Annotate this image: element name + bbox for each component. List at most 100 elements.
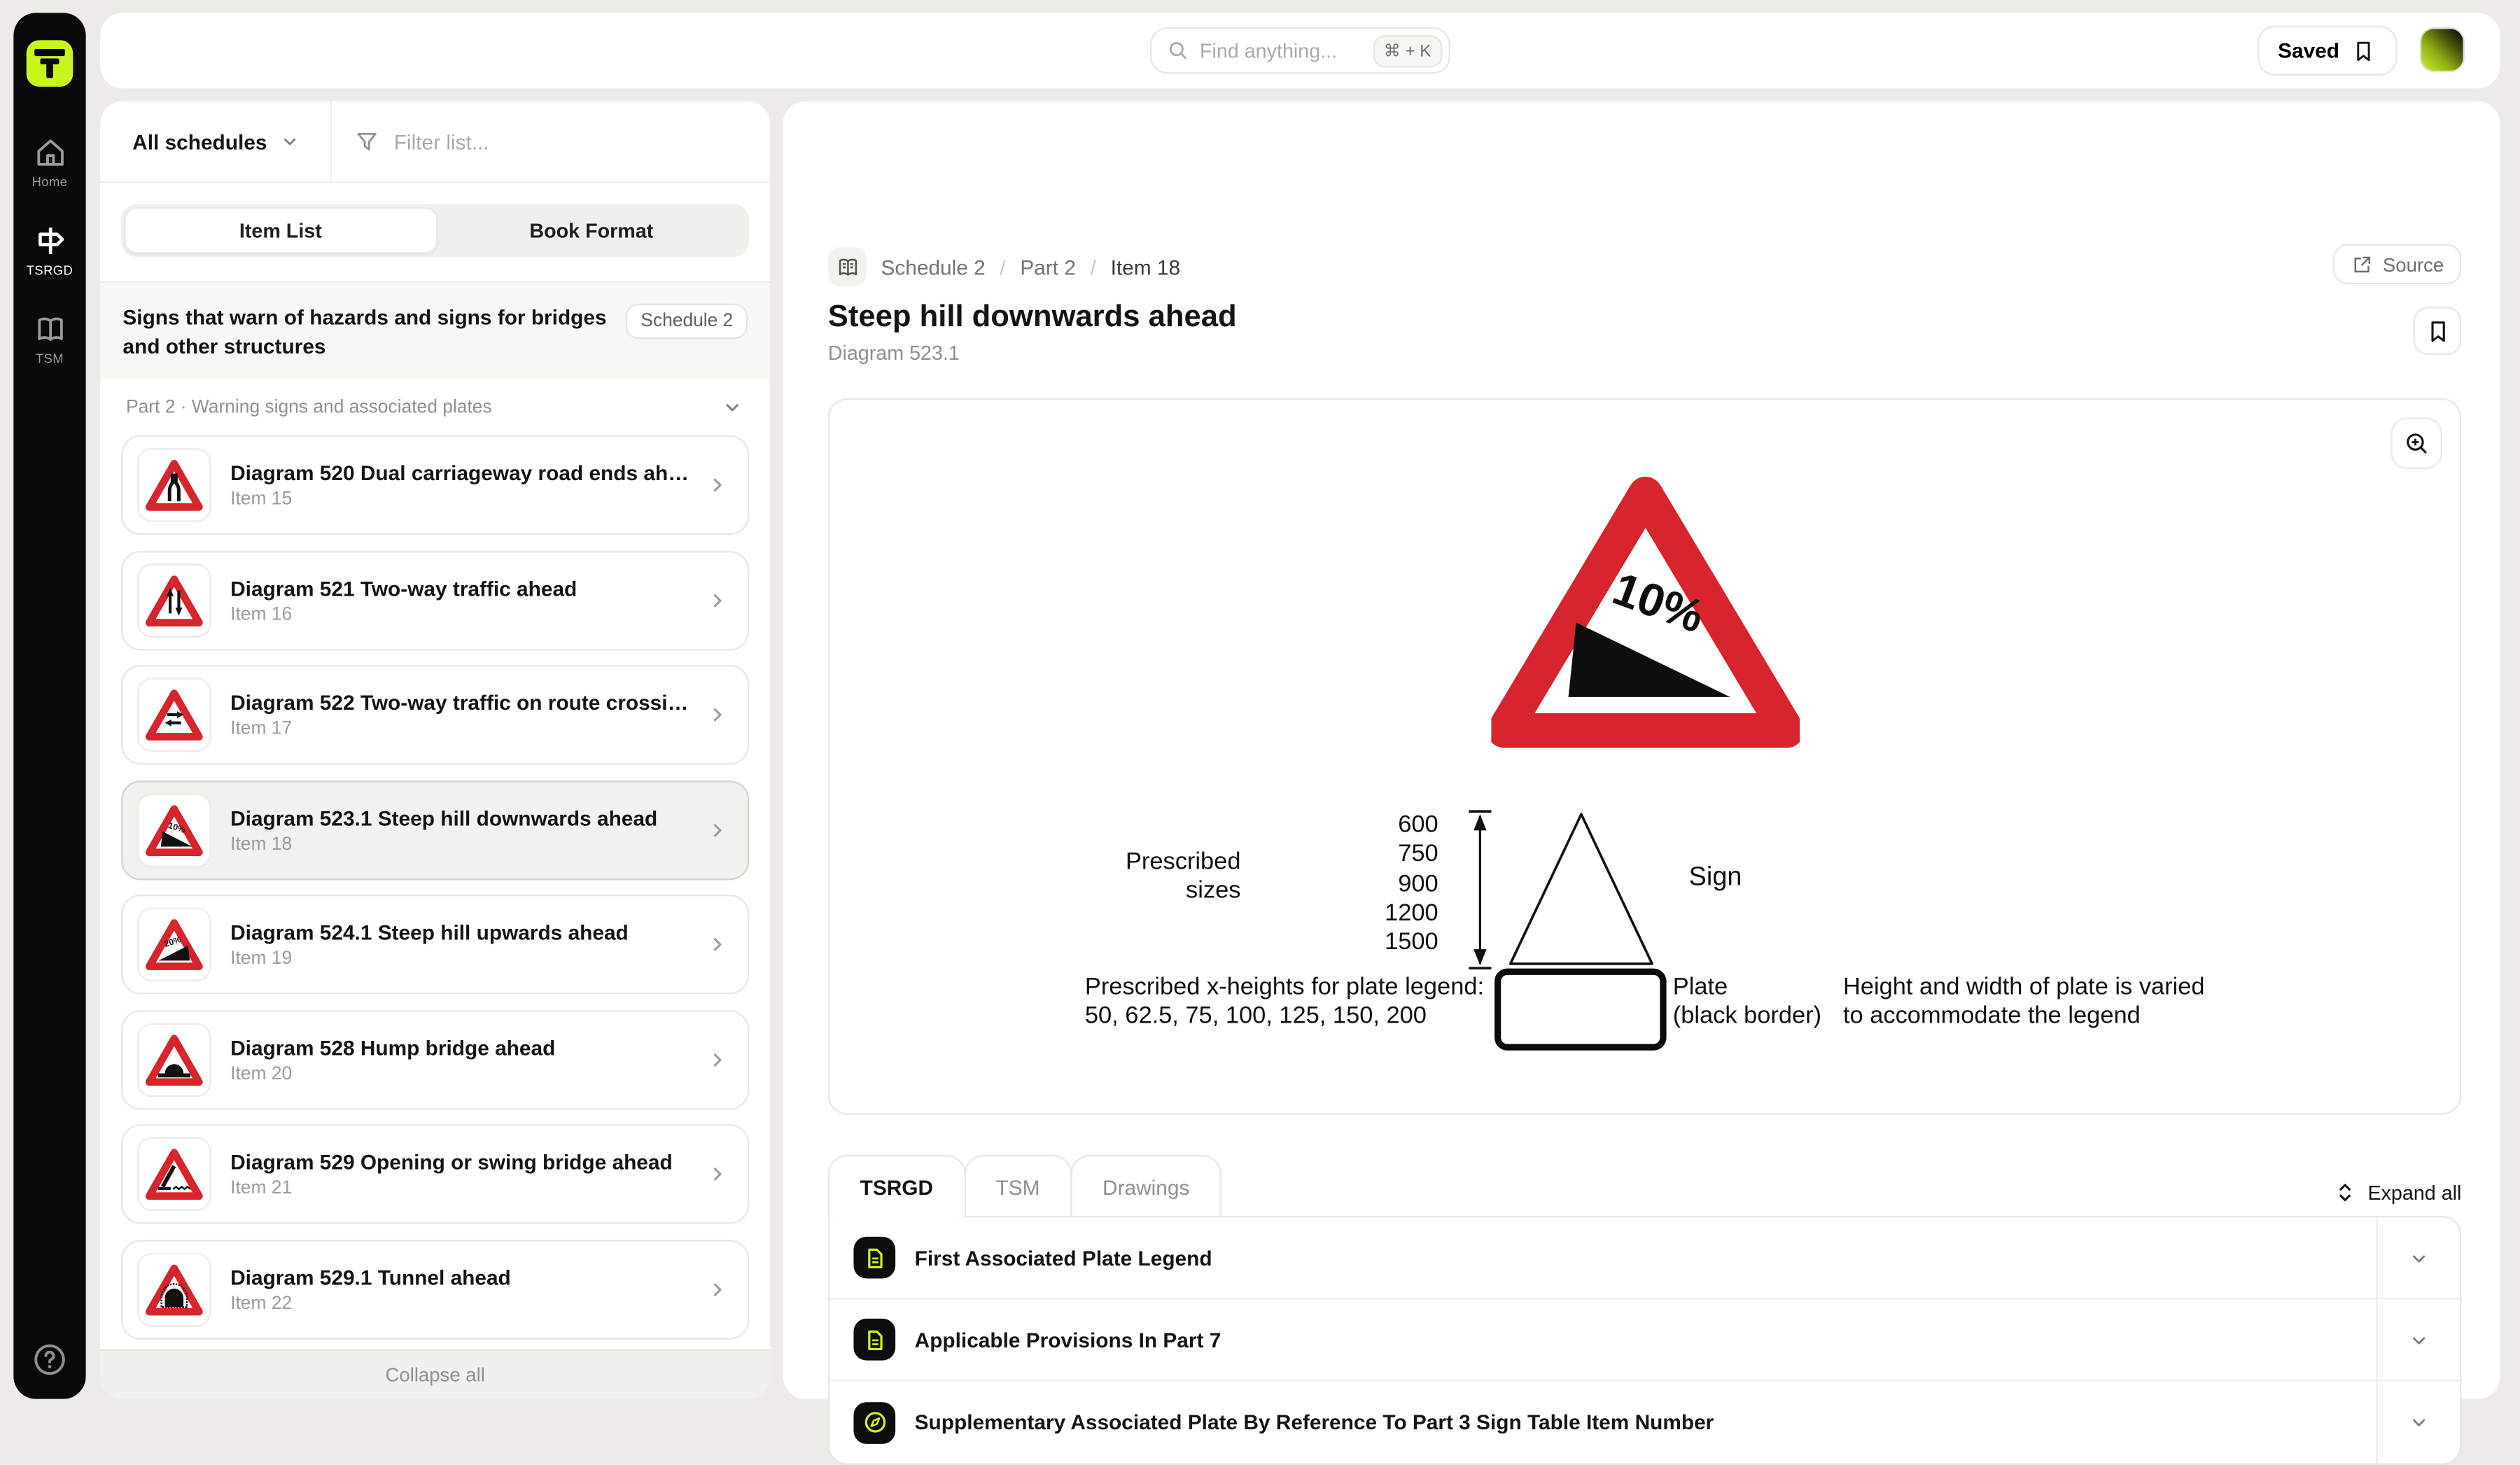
list-item-title: Diagram 521 Two-way traffic ahead <box>230 576 577 600</box>
sign-item-list: Diagram 520 Dual carriageway road ends a… <box>100 432 770 1338</box>
external-link-icon <box>2351 253 2373 275</box>
list-item-subtitle: Item 20 <box>230 1064 555 1084</box>
list-item[interactable]: Diagram 521 Two-way traffic ahead Item 1… <box>121 550 749 650</box>
funnel-icon <box>354 129 379 155</box>
sidebar-item-tsm[interactable]: TSM <box>13 311 85 366</box>
filter-placeholder: Filter list... <box>394 129 489 153</box>
rail-item-label: TSM <box>36 352 64 367</box>
list-item-subtitle: Item 19 <box>230 949 629 969</box>
source-button[interactable]: Source <box>2333 244 2462 284</box>
accordion-list: First Associated Plate Legend Applicable… <box>828 1216 2462 1465</box>
search-icon <box>1166 38 1190 62</box>
sign-thumbnail <box>137 563 211 637</box>
zoom-in-button[interactable] <box>2390 418 2442 469</box>
home-icon <box>32 135 67 170</box>
list-item[interactable]: Diagram 524.1 Steep hill upwards ahead I… <box>121 895 749 994</box>
list-item-subtitle: Item 16 <box>230 605 577 624</box>
sidebar-item-tsrgd[interactable]: TSRGD <box>13 223 85 278</box>
accordion-row-label: Applicable Provisions In Part 7 <box>915 1328 2376 1352</box>
filter-input[interactable]: Filter list... <box>331 101 770 182</box>
sign-thumbnail <box>137 1137 211 1212</box>
schedule-section-title: Signs that warn of hazards and signs for… <box>122 304 610 360</box>
accordion-expand-cell[interactable] <box>2376 1299 2460 1380</box>
saved-button[interactable]: Saved <box>2257 26 2397 76</box>
detail-tabs: TSRGD TSM Drawings Expand all <box>828 1155 2462 1217</box>
source-button-label: Source <box>2383 253 2444 275</box>
chevron-right-icon <box>704 1276 730 1302</box>
item-list-panel: All schedules Filter list... Item List B… <box>100 101 770 1399</box>
sign-thumbnail <box>137 448 211 522</box>
app-logo[interactable] <box>27 40 74 87</box>
list-item[interactable]: Diagram 520 Dual carriageway road ends a… <box>121 435 749 535</box>
tab-tsm[interactable]: TSM <box>964 1155 1072 1217</box>
plate-size-note: Height and width of plate is variedto ac… <box>1843 974 2205 1032</box>
list-item[interactable]: Diagram 529 Opening or swing bridge ahea… <box>121 1124 749 1224</box>
accordion-row-label: Supplementary Associated Plate By Refere… <box>915 1410 2376 1434</box>
accordion-row[interactable]: Supplementary Associated Plate By Refere… <box>830 1381 2460 1463</box>
plate-callout-label: Plate(black border) <box>1673 974 1821 1032</box>
chevron-right-icon <box>704 817 730 843</box>
list-item-subtitle: Item 22 <box>230 1294 511 1314</box>
sign-callout-label: Sign <box>1689 861 1742 893</box>
expand-icon <box>2332 1181 2356 1205</box>
breadcrumb-schedule[interactable]: Schedule 2 <box>881 255 985 279</box>
prescribed-sizes-label: Prescribedsizes <box>1112 848 1241 907</box>
bookmark-icon <box>2351 38 2376 64</box>
view-mode-tabs: Item List Book Format <box>121 204 749 257</box>
book-badge-icon <box>828 247 867 286</box>
plate-shape <box>1494 969 1667 1051</box>
list-item[interactable]: Diagram 528 Hump bridge ahead Item 20 <box>121 1009 749 1109</box>
global-search-input[interactable]: Find anything... ⌘ + K <box>1150 27 1450 74</box>
signpost-icon <box>32 223 67 258</box>
help-button[interactable] <box>31 1341 69 1378</box>
accordion-expand-cell[interactable] <box>2376 1381 2460 1463</box>
list-item[interactable]: Diagram 522 Two-way traffic on route cro… <box>121 665 749 764</box>
tab-tsrgd[interactable]: TSRGD <box>828 1155 965 1217</box>
list-item-title: Diagram 529 Opening or swing bridge ahea… <box>230 1150 673 1174</box>
dimension-arrow <box>1467 810 1493 970</box>
breadcrumb-separator: / <box>1091 255 1096 279</box>
chevron-right-icon <box>704 1046 730 1072</box>
list-item[interactable]: Diagram 523.1 Steep hill downwards ahead… <box>121 780 749 879</box>
list-item-title: Diagram 523.1 Steep hill downwards ahead <box>230 806 657 829</box>
bookmark-item-button[interactable] <box>2414 307 2462 355</box>
schedule-section-header: Signs that warn of hazards and signs for… <box>100 281 770 379</box>
accordion-expand-cell[interactable] <box>2376 1217 2460 1298</box>
chevron-down-icon <box>720 395 744 419</box>
accordion-row[interactable]: Applicable Provisions In Part 7 <box>830 1299 2460 1381</box>
collapse-all-button[interactable]: Collapse all <box>100 1350 770 1399</box>
top-bar: Find anything... ⌘ + K Saved <box>100 13 2500 88</box>
user-avatar[interactable] <box>2420 27 2465 72</box>
diagram-number: Diagram 523.1 <box>828 342 960 365</box>
list-item-title: Diagram 528 Hump bridge ahead <box>230 1035 555 1059</box>
accordion-row[interactable]: First Associated Plate Legend <box>830 1217 2460 1299</box>
list-item[interactable]: Diagram 529.1 Tunnel ahead Item 22 <box>121 1240 749 1339</box>
breadcrumb: Schedule 2 / Part 2 / Item 18 <box>828 247 1180 286</box>
part-collapse-row[interactable]: Part 2 · Warning signs and associated pl… <box>100 379 770 433</box>
sidebar-item-home[interactable]: Home <box>13 135 85 190</box>
prescribed-sizes-values: 600 750 900 1200 1500 <box>1374 811 1438 958</box>
plate-xheights-note: Prescribed x-heights for plate legend:50… <box>1085 974 1484 1032</box>
sign-thumbnail <box>137 908 211 982</box>
chevron-down-icon <box>279 130 301 153</box>
search-shortcut-badge: ⌘ + K <box>1373 34 1443 66</box>
schedules-dropdown-label: All schedules <box>132 129 267 153</box>
breadcrumb-part[interactable]: Part 2 <box>1020 255 1076 279</box>
schedule-badge: Schedule 2 <box>626 304 748 339</box>
expand-all-label: Expand all <box>2367 1182 2461 1204</box>
tab-drawings[interactable]: Drawings <box>1070 1155 1222 1217</box>
book-icon <box>32 311 67 346</box>
chevron-right-icon <box>704 702 730 728</box>
detail-panel: Schedule 2 / Part 2 / Item 18 Source Ste… <box>783 101 2500 1399</box>
tab-item-list[interactable]: Item List <box>125 207 437 254</box>
tab-book-format[interactable]: Book Format <box>437 207 746 254</box>
schedules-dropdown[interactable]: All schedules <box>100 101 331 182</box>
chevron-right-icon <box>704 587 730 613</box>
list-item-title: Diagram 524.1 Steep hill upwards ahead <box>230 920 629 944</box>
app-root: Home TSRGD TSM Find anything... ⌘ + K Sa… <box>1 0 2519 1412</box>
list-item-title: Diagram 522 Two-way traffic on route cro… <box>230 691 699 715</box>
accordion-row-label: First Associated Plate Legend <box>915 1246 2376 1270</box>
list-item-title: Diagram 529.1 Tunnel ahead <box>230 1265 511 1289</box>
expand-all-button[interactable]: Expand all <box>2332 1181 2461 1218</box>
search-placeholder: Find anything... <box>1200 39 1363 62</box>
